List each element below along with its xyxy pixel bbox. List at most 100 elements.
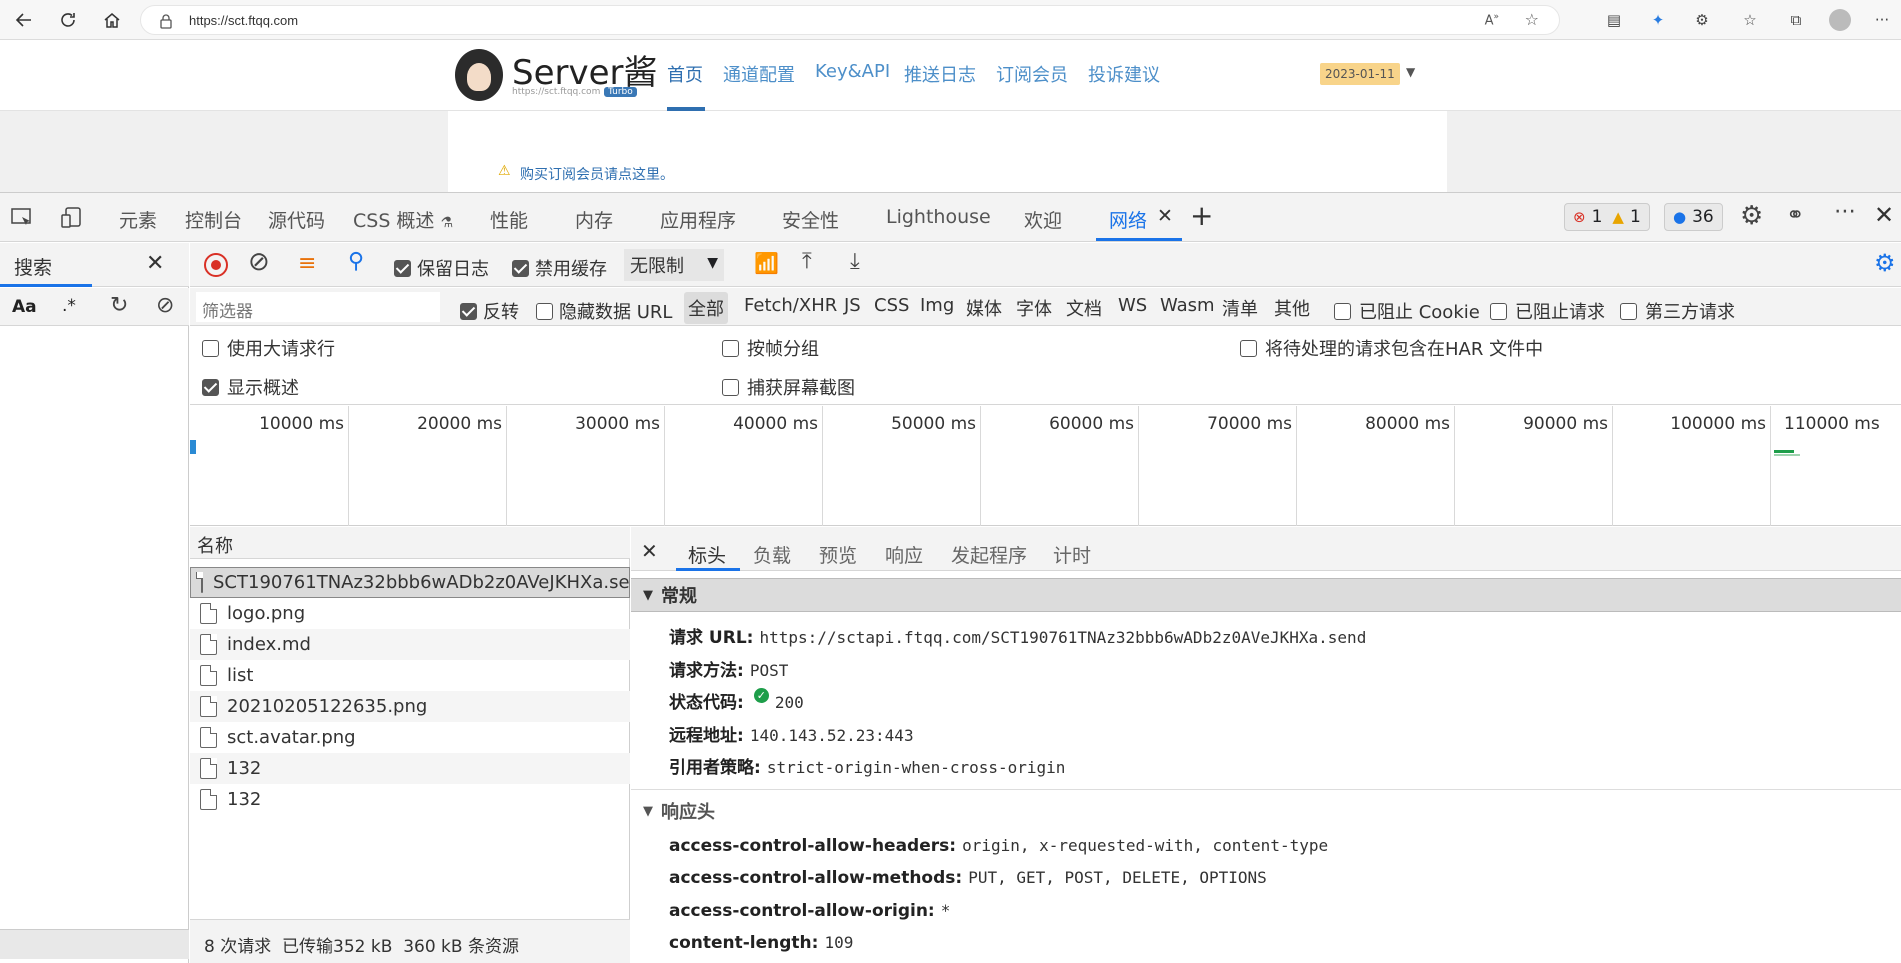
tab-performance[interactable]: 性能 <box>490 206 528 233</box>
group-by-frame-option[interactable]: 按帧分组 <box>722 335 819 361</box>
close-devtools-icon[interactable]: ✕ <box>1874 201 1894 229</box>
blocked-cookies-option[interactable]: 已阻止 Cookie <box>1334 298 1480 324</box>
dropdown-caret-icon[interactable]: ▼ <box>1406 65 1415 79</box>
read-aloud-icon[interactable]: A» <box>1485 12 1499 28</box>
filter-icon[interactable]: ≡ <box>298 251 316 276</box>
blocked-cookies-checkbox[interactable] <box>1334 302 1351 320</box>
favorites-icon[interactable]: ☆ <box>1738 8 1762 32</box>
response-headers-section-header[interactable]: ▼ 响应头 <box>631 794 1901 828</box>
tab-application[interactable]: 应用程序 <box>660 206 736 233</box>
include-pending-har-checkbox[interactable] <box>1240 339 1257 357</box>
tab-headers[interactable]: 标头 <box>688 541 726 568</box>
type-filter-font[interactable]: 字体 <box>1016 295 1052 321</box>
regex-toggle[interactable]: .* <box>62 296 76 316</box>
settings-gear-icon[interactable]: ⚙ <box>1740 201 1763 231</box>
inspect-element-icon[interactable] <box>10 207 34 233</box>
favorite-add-icon[interactable]: ☆ <box>1525 10 1539 29</box>
type-filter-doc[interactable]: 文档 <box>1066 295 1102 321</box>
tab-initiator[interactable]: 发起程序 <box>951 541 1027 568</box>
nav-push-log[interactable]: 推送日志 <box>904 61 976 87</box>
type-filter-fetch-xhr[interactable]: Fetch/XHR <box>744 295 837 316</box>
disable-cache-option[interactable]: 禁用缓存 <box>512 255 607 281</box>
large-rows-option[interactable]: 使用大请求行 <box>202 335 335 361</box>
close-detail-icon[interactable]: ✕ <box>641 539 658 563</box>
third-party-checkbox[interactable] <box>1620 302 1637 320</box>
address-bar[interactable]: https://sct.ftqq.com A» ☆ <box>140 5 1560 35</box>
tab-console[interactable]: 控制台 <box>185 206 242 233</box>
clear-log-icon[interactable]: ⊘ <box>248 247 270 277</box>
extensions-icon[interactable]: ⚙ <box>1690 8 1714 32</box>
request-row-selected[interactable]: SCT190761TNAz32bbb6wADb2z0AVeJKHXa.send <box>190 567 652 598</box>
type-filter-other[interactable]: 其他 <box>1274 295 1310 321</box>
issues-counter[interactable]: ⊗ 1 ▲ 1 <box>1564 203 1650 231</box>
collections-tab-icon[interactable]: ▤ <box>1602 8 1626 32</box>
tab-sources[interactable]: 源代码 <box>268 206 325 233</box>
lock-icon[interactable] <box>159 13 173 33</box>
site-logo-avatar[interactable] <box>455 49 503 101</box>
collections-icon[interactable]: ⧉ <box>1784 8 1808 32</box>
blocked-requests-option[interactable]: 已阻止请求 <box>1490 298 1605 324</box>
extension-bird-icon[interactable]: ✦ <box>1646 8 1670 32</box>
back-icon[interactable] <box>10 6 38 34</box>
nav-feedback[interactable]: 投诉建议 <box>1088 61 1160 87</box>
match-case-toggle[interactable]: Aa <box>12 297 37 317</box>
date-badge[interactable]: 2023-01-11 <box>1320 63 1400 85</box>
url-text[interactable]: https://sct.ftqq.com <box>189 13 298 28</box>
add-tab-icon[interactable]: + <box>1190 199 1213 232</box>
record-icon[interactable] <box>204 253 228 277</box>
import-har-icon[interactable]: ⤒ <box>802 249 812 274</box>
large-rows-checkbox[interactable] <box>202 339 219 357</box>
tab-payload[interactable]: 负载 <box>753 541 791 568</box>
invert-option[interactable]: 反转 <box>460 298 519 324</box>
show-overview-option[interactable]: 显示概述 <box>202 374 299 400</box>
request-row[interactable]: list <box>190 660 630 691</box>
membership-notice-link[interactable]: 购买订阅会员请点这里。 <box>520 164 674 184</box>
refresh-search-icon[interactable]: ↻ <box>110 293 128 318</box>
tab-response[interactable]: 响应 <box>885 541 923 568</box>
close-tab-icon[interactable]: ✕ <box>1157 205 1173 227</box>
home-icon[interactable] <box>98 6 126 34</box>
capture-screenshots-option[interactable]: 捕获屏幕截图 <box>722 374 855 400</box>
capture-screenshots-checkbox[interactable] <box>722 378 739 396</box>
tab-security[interactable]: 安全性 <box>782 206 839 233</box>
type-filter-wasm[interactable]: Wasm <box>1160 295 1215 316</box>
request-row[interactable]: logo.png <box>190 598 630 629</box>
nav-membership[interactable]: 订阅会员 <box>996 61 1068 87</box>
throttle-select[interactable]: 无限制 ▼ <box>624 249 724 281</box>
type-filter-all[interactable]: 全部 <box>684 292 728 324</box>
device-emulation-icon[interactable] <box>60 206 84 234</box>
invert-checkbox[interactable] <box>460 302 477 320</box>
tab-elements[interactable]: 元素 <box>119 206 157 233</box>
request-row[interactable]: sct.avatar.png <box>190 722 630 753</box>
request-row[interactable]: 20210205122635.png <box>190 691 630 722</box>
type-filter-ws[interactable]: WS <box>1118 295 1147 316</box>
request-row[interactable]: index.md <box>190 629 630 660</box>
show-overview-checkbox[interactable] <box>202 378 219 396</box>
tab-lighthouse[interactable]: Lighthouse <box>886 206 991 228</box>
close-search-icon[interactable]: ✕ <box>146 251 164 276</box>
type-filter-manifest[interactable]: 清单 <box>1222 295 1258 321</box>
blocked-requests-checkbox[interactable] <box>1490 302 1507 320</box>
type-filter-js[interactable]: JS <box>844 295 861 316</box>
tab-preview[interactable]: 预览 <box>819 541 857 568</box>
preserve-log-checkbox[interactable] <box>394 259 411 277</box>
general-section-header[interactable]: ▼ 常规 <box>631 578 1901 612</box>
tab-timing[interactable]: 计时 <box>1053 541 1091 568</box>
network-conditions-icon[interactable]: 📶 <box>754 251 779 275</box>
type-filter-media[interactable]: 媒体 <box>966 295 1002 321</box>
hide-data-url-option[interactable]: 隐藏数据 URL <box>536 298 672 324</box>
profile-avatar-icon[interactable] <box>1828 8 1852 32</box>
nav-home[interactable]: 首页 <box>667 61 703 87</box>
messages-counter[interactable]: ● 36 <box>1664 203 1723 231</box>
more-options-icon[interactable]: ⋯ <box>1834 199 1856 224</box>
tab-network[interactable]: 网络 <box>1109 206 1147 233</box>
search-tab-label[interactable]: 搜索 <box>14 253 52 280</box>
network-overview-timeline[interactable]: 10000 ms 20000 ms 30000 ms 40000 ms 5000… <box>190 406 1901 526</box>
nav-channel-config[interactable]: 通道配置 <box>723 61 795 87</box>
export-har-icon[interactable]: ⤓ <box>850 249 860 274</box>
hide-data-url-checkbox[interactable] <box>536 302 553 320</box>
more-menu-icon[interactable]: ··· <box>1870 8 1894 32</box>
type-filter-css[interactable]: CSS <box>874 295 909 316</box>
search-icon[interactable]: ⚲ <box>348 249 364 274</box>
disable-cache-checkbox[interactable] <box>512 259 529 277</box>
